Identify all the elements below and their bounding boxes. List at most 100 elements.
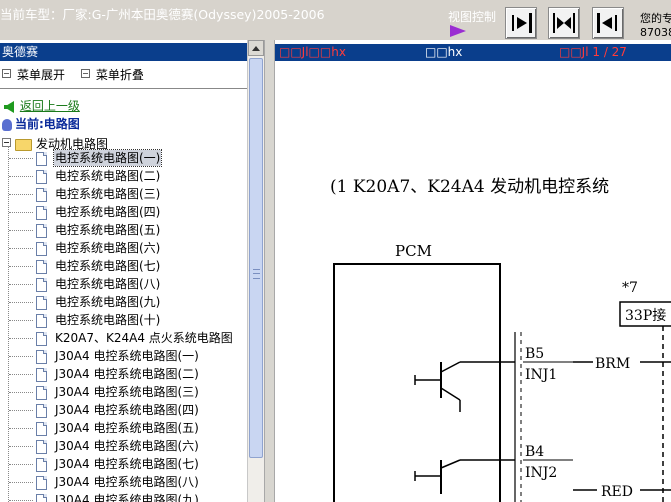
wire1-color: BRM — [595, 356, 630, 372]
collapse-node-icon[interactable] — [2, 138, 11, 147]
tree-scrollbar[interactable] — [247, 40, 265, 502]
back-link[interactable]: 返回上一级 — [4, 97, 80, 114]
tree-branch-line — [9, 176, 33, 177]
tree-item-label: J30A4 电控系统电路图(五) — [55, 421, 199, 435]
document-icon — [36, 494, 47, 502]
transistor1-emitter — [440, 387, 461, 401]
tree-item-label: J30A4 电控系统电路图(九) — [55, 493, 199, 502]
arrow-left-icon — [597, 13, 617, 33]
tree-item-label: 电控系统电路图(五) — [55, 223, 161, 237]
tree-item[interactable]: J30A4 电控系统电路图(三) — [0, 384, 240, 402]
tree-item[interactable]: 电控系统电路图(二) — [0, 168, 240, 186]
wire2-color: RED — [601, 484, 633, 500]
tree-item[interactable]: 电控系统电路图(七) — [0, 258, 240, 276]
database-icon — [2, 118, 12, 131]
tree-item-label: J30A4 电控系统电路图(八) — [55, 475, 199, 489]
tree-item[interactable]: J30A4 电控系统电路图(一) — [0, 348, 240, 366]
tree-item-label: 电控系统电路图(七) — [55, 259, 161, 273]
user-info-text: 您的专 87038 — [640, 12, 671, 40]
document-icon — [36, 170, 47, 184]
expand-menu-label: 菜单展开 — [17, 68, 66, 82]
view-control-label: 视图控制 — [448, 10, 497, 24]
scroll-up-button[interactable] — [248, 40, 264, 56]
tree-branch-line — [9, 338, 33, 339]
document-icon — [36, 350, 47, 364]
tree-item-label: J30A4 电控系统电路图(七) — [55, 457, 199, 471]
scroll-thumb[interactable] — [249, 58, 263, 458]
tree-branch-line — [9, 356, 33, 357]
tree-item-label: 电控系统电路图(九) — [55, 295, 161, 309]
menu-controls: 菜单展开 菜单折叠 — [0, 66, 144, 83]
tree-item[interactable]: J30A4 电控系统电路图(六) — [0, 438, 240, 456]
tree-item-label: J30A4 电控系统电路图(一) — [55, 349, 199, 363]
tree-item[interactable]: 电控系统电路图(八) — [0, 276, 240, 294]
tree-branch-line — [9, 248, 33, 249]
expand-menu-button[interactable]: 菜单展开 — [0, 68, 65, 82]
expand-icon — [2, 69, 11, 78]
tree-item[interactable]: J30A4 电控系统电路图(五) — [0, 420, 240, 438]
vehicle-model-name: 奥德赛 — [2, 45, 39, 59]
tree-item-label: 电控系统电路图(一) — [52, 149, 163, 167]
document-header-title: □□hx — [425, 45, 463, 59]
tree-branch-line — [9, 482, 33, 483]
back-link-label: 返回上一级 — [19, 99, 80, 113]
tree-branch-line — [9, 284, 33, 285]
arrow-right-icon — [512, 13, 532, 33]
wiring-diagram: (1 K20A7、K24A4 发动机电控系统 PCM *7 33P接 B5 IN… — [330, 177, 671, 502]
tree-item[interactable]: J30A4 电控系统电路图(七) — [0, 456, 240, 474]
tree-item[interactable]: K20A7、K24A4 点火系统电路图 — [0, 330, 240, 348]
current-location-label: 当前:电路图 — [15, 117, 80, 131]
tree-item[interactable]: J30A4 电控系统电路图(九) — [0, 492, 240, 502]
tree-item-label: 电控系统电路图(六) — [55, 241, 161, 255]
folder-open-icon — [15, 138, 32, 151]
tree-item[interactable]: 电控系统电路图(九) — [0, 294, 240, 312]
tree-item[interactable]: 电控系统电路图(五) — [0, 222, 240, 240]
document-icon — [36, 242, 47, 256]
tree-item[interactable]: 电控系统电路图(一) — [0, 149, 240, 168]
tree-item-label: J30A4 电控系统电路图(二) — [55, 367, 199, 381]
document-icon — [36, 386, 47, 400]
tree-item[interactable]: 电控系统电路图(四) — [0, 204, 240, 222]
user-info-line1: 您的专 — [640, 12, 671, 25]
document-icon — [36, 458, 47, 472]
panel-splitter[interactable] — [264, 40, 275, 502]
document-icon — [36, 368, 47, 382]
tree-item[interactable]: J30A4 电控系统电路图(四) — [0, 402, 240, 420]
fit-width-button[interactable] — [548, 7, 580, 39]
zoom-out-button[interactable] — [592, 7, 624, 39]
tree-item-label: 电控系统电路图(十) — [55, 313, 161, 327]
tree-item[interactable]: 电控系统电路图(十) — [0, 312, 240, 330]
user-info-line2: 87038 — [640, 26, 671, 39]
zoom-in-button[interactable] — [505, 7, 537, 39]
tree-item[interactable]: 电控系统电路图(六) — [0, 240, 240, 258]
divider — [0, 88, 247, 89]
view-control-arrow-icon — [450, 25, 466, 37]
tree-item-label: K20A7、K24A4 点火系统电路图 — [55, 331, 233, 345]
document-icon — [36, 476, 47, 490]
tree-folder-label: 发动机电路图 — [36, 137, 109, 151]
document-icon — [36, 422, 47, 436]
collapse-menu-label: 菜单折叠 — [95, 68, 144, 82]
pin1-label: B5 — [525, 346, 544, 362]
tree-item-label: 电控系统电路图(八) — [55, 277, 161, 291]
document-header: □□Jl□□hx □□hx □□Jl 1 / 27 — [275, 44, 671, 61]
tree-item[interactable]: 电控系统电路图(三) — [0, 186, 240, 204]
tree-branch-line — [9, 464, 33, 465]
document-icon — [36, 278, 47, 292]
document-icon — [36, 206, 47, 220]
tree-item[interactable]: J30A4 电控系统电路图(二) — [0, 366, 240, 384]
document-header-left: □□Jl□□hx — [279, 45, 346, 59]
wiring-diagram-page[interactable]: (1 K20A7、K24A4 发动机电控系统 PCM *7 33P接 B5 IN… — [275, 62, 671, 502]
tree-branch-line — [9, 446, 33, 447]
document-icon — [36, 314, 47, 328]
collapse-icon — [80, 69, 90, 78]
tree-item[interactable]: J30A4 电控系统电路图(八) — [0, 474, 240, 492]
tree-branch-line — [9, 230, 33, 231]
document-icon — [36, 188, 47, 202]
tree-branch-line — [9, 428, 33, 429]
tree-branch-line — [9, 212, 33, 213]
tree-item-label: 电控系统电路图(四) — [55, 205, 161, 219]
document-icon — [36, 404, 47, 418]
collapse-menu-button[interactable]: 菜单折叠 — [79, 68, 144, 82]
tree-branch-line — [9, 320, 33, 321]
